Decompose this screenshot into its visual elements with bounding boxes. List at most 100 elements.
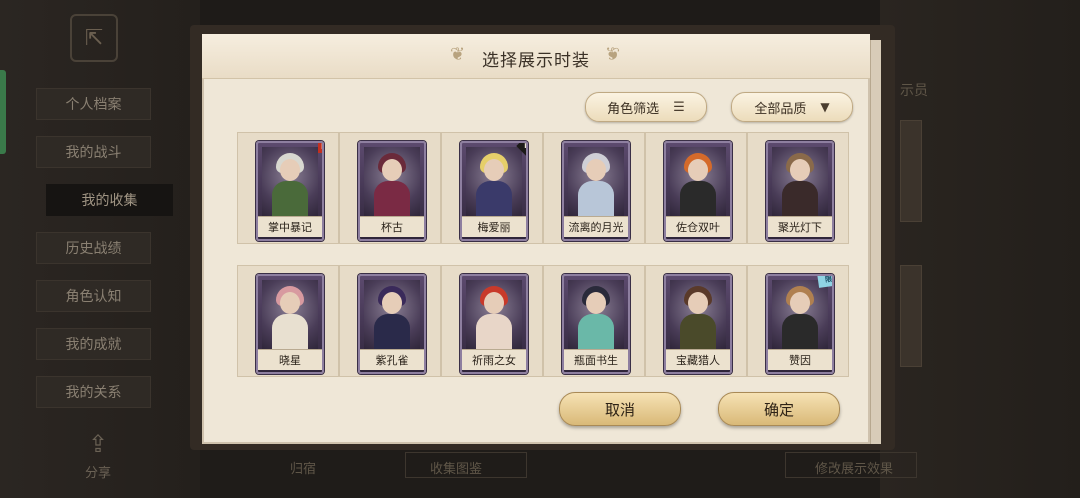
costume-name: 瓶面书生: [564, 349, 628, 370]
role-filter-button[interactable]: 角色筛选 ☰: [585, 92, 707, 122]
costume-card[interactable]: 掌中暴记 ▣: [256, 141, 324, 241]
profile-nav-item: 我的关系: [36, 376, 151, 408]
right-label: 示员: [900, 83, 928, 99]
costume-name: 佐仓双叶: [666, 216, 730, 237]
limited-seal-icon: ▣: [318, 143, 322, 153]
costume-card[interactable]: 杯古: [358, 141, 426, 241]
role-filter-label: 角色筛选: [607, 101, 660, 117]
costume-name: 紫孔雀: [360, 349, 424, 370]
costume-card[interactable]: 聚光灯下: [766, 141, 834, 241]
costume-card[interactable]: 紫孔雀: [358, 274, 426, 374]
portrait-face: [586, 292, 606, 314]
costume-portrait: [262, 280, 318, 354]
bottom-right-label: 修改展示效果: [815, 462, 894, 477]
costume-name: 晓星: [258, 349, 322, 370]
costume-portrait: [466, 147, 522, 221]
portrait-face: [280, 292, 300, 314]
costume-slot[interactable]: 赞因 限定: [747, 265, 849, 377]
costume-card[interactable]: 赞因 限定: [766, 274, 834, 374]
costume-portrait: [772, 280, 828, 354]
costume-slot[interactable]: 宝藏猎人: [645, 265, 747, 377]
costume-portrait: [772, 147, 828, 221]
costume-slot[interactable]: 祈雨之女: [441, 265, 543, 377]
costume-portrait: [466, 280, 522, 354]
costume-card[interactable]: 晓星: [256, 274, 324, 374]
portrait-body: [680, 181, 716, 221]
costume-name: 杯古: [360, 216, 424, 237]
portrait-face: [484, 159, 504, 181]
cancel-button[interactable]: 取消: [559, 392, 681, 426]
portrait-face: [688, 292, 708, 314]
portrait-face: [484, 292, 504, 314]
quality-filter-dropdown[interactable]: 全部品质 ▼: [731, 92, 853, 122]
profile-nav-item: 我的收集: [46, 184, 173, 216]
portrait-face: [382, 159, 402, 181]
costume-name: 梅爱丽: [462, 216, 526, 237]
costume-portrait: [262, 147, 318, 221]
right-card: [900, 120, 922, 222]
right-card: [900, 265, 922, 367]
costume-name: 掌中暴记: [258, 216, 322, 237]
portrait-body: [374, 314, 410, 354]
costume-portrait: [670, 147, 726, 221]
costume-slot[interactable]: 梅爱丽 Ib: [441, 132, 543, 244]
costume-card[interactable]: 梅爱丽 Ib: [460, 141, 528, 241]
costume-portrait: [568, 147, 624, 221]
costume-slot[interactable]: 杯古: [339, 132, 441, 244]
confirm-button[interactable]: 确定: [718, 392, 840, 426]
costume-slot[interactable]: 瓶面书生: [543, 265, 645, 377]
profile-nav-item: 历史战绩: [36, 232, 151, 264]
share-top-icon: ⇱: [70, 14, 118, 62]
portrait-face: [382, 292, 402, 314]
costume-slot[interactable]: 佐仓双叶P5: [645, 132, 747, 244]
portrait-face: [280, 159, 300, 181]
chevron-down-icon: ▼: [820, 100, 830, 114]
limited-sticker-badge: 限定: [817, 276, 832, 288]
costume-card[interactable]: 祈雨之女: [460, 274, 528, 374]
portrait-face: [688, 159, 708, 181]
costume-name: 聚光灯下: [768, 216, 832, 237]
cancel-label: 取消: [604, 400, 635, 419]
dialog-header: ❦ 选择展示时装 ❦: [202, 34, 870, 79]
modal-page-edge: [870, 40, 881, 444]
confirm-label: 确定: [763, 400, 794, 419]
costume-slot[interactable]: 晓星: [237, 265, 339, 377]
portrait-face: [790, 292, 810, 314]
right-panel: 示员: [880, 0, 1080, 498]
costume-name: 赞因: [768, 349, 832, 370]
portrait-body: [476, 314, 512, 354]
share-button: ⇪ 分享: [68, 430, 128, 481]
portrait-body: [272, 181, 308, 221]
costume-select-dialog: ❦ 选择展示时装 ❦ 角色筛选 ☰ 全部品质 ▼ 掌中暴记 ▣ 杯古 梅爱丽 Ib 流离的…: [202, 34, 870, 444]
costume-card[interactable]: 流离的月光: [562, 141, 630, 241]
costume-slot[interactable]: 掌中暴记 ▣: [237, 132, 339, 244]
portrait-body: [578, 181, 614, 221]
costume-portrait: [568, 280, 624, 354]
share-icon: ⇪: [87, 430, 109, 458]
quality-filter-label: 全部品质: [754, 101, 807, 117]
portrait-body: [782, 181, 818, 221]
costume-portrait: [364, 280, 420, 354]
costume-portrait: [670, 280, 726, 354]
portrait-body: [374, 181, 410, 221]
portrait-face: [790, 159, 810, 181]
costume-card[interactable]: 瓶面书生: [562, 274, 630, 374]
costume-slot[interactable]: 流离的月光: [543, 132, 645, 244]
profile-nav-item: 个人档案: [36, 88, 151, 120]
portrait-face: [586, 159, 606, 181]
portrait-body: [680, 314, 716, 354]
portrait-body: [272, 314, 308, 354]
ib-badge-text: Ib: [524, 141, 528, 151]
costume-card[interactable]: 佐仓双叶P5: [664, 141, 732, 241]
costume-slot[interactable]: 紫孔雀: [339, 265, 441, 377]
profile-nav: 个人档案 我的战斗 我的收集 历史战绩 角色认知 我的成就 我的关系: [36, 88, 173, 424]
share-label: 分享: [84, 466, 111, 481]
list-icon: ☰: [673, 99, 685, 115]
bottom-left-label: 归宿: [290, 462, 317, 477]
costume-slot[interactable]: 聚光灯下: [747, 132, 849, 244]
profile-nav-item: 我的成就: [36, 328, 151, 360]
portrait-body: [782, 314, 818, 354]
portrait-body: [578, 314, 614, 354]
costume-card[interactable]: 宝藏猎人: [664, 274, 732, 374]
profile-nav-item: 角色认知: [36, 280, 151, 312]
